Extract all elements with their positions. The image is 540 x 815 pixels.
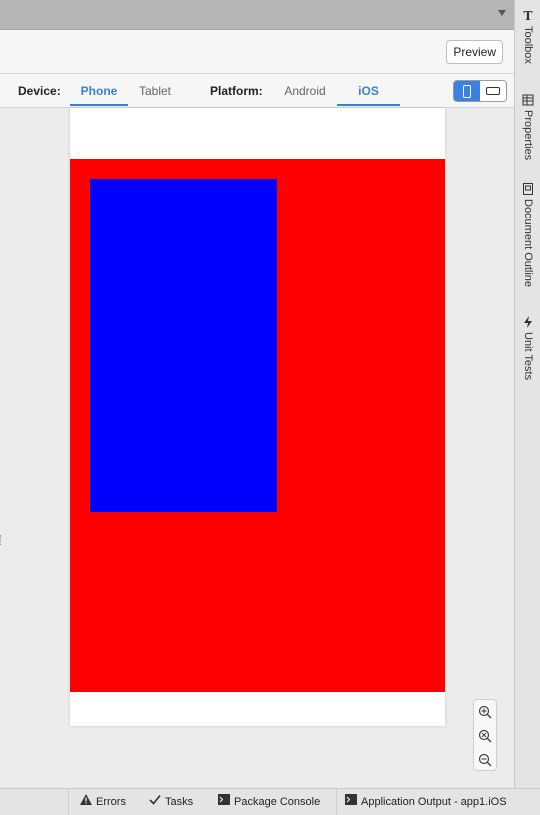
status-separator [68,789,69,815]
phone-portrait-icon [463,85,471,98]
application-output-label: Application Output - app1.iOS [361,796,507,808]
tab-phone[interactable]: Phone [70,74,128,106]
outer-view-red[interactable] [70,159,445,692]
zoom-in-button[interactable] [474,700,496,724]
zoom-controls [473,699,497,771]
orientation-toggle [453,80,507,102]
unit-tests-icon [522,316,534,328]
zoom-fit-button[interactable] [474,724,496,748]
tab-tablet[interactable]: Tablet [131,74,179,106]
application-output-pad-button[interactable]: Application Output - app1.iOS [345,789,507,815]
dock-unit-tests[interactable]: Unit Tests [515,316,540,390]
platform-label: Platform: [210,84,263,98]
document-tab-strip [0,0,514,30]
right-dock: T Toolbox Properties Document Outline Un… [514,0,540,788]
package-console-label: Package Console [234,796,321,808]
console-icon [345,789,357,815]
inner-view-blue[interactable] [90,179,277,512]
dock-toolbox[interactable]: T Toolbox [515,10,540,72]
dock-properties[interactable]: Properties [515,94,540,170]
zoom-in-icon [478,705,492,719]
properties-icon [522,94,534,106]
console-icon [218,789,230,815]
dock-document-outline-label: Document Outline [522,199,534,288]
phone-preview-surface [70,108,445,726]
dock-toolbox-label: Toolbox [522,26,534,64]
status-bar: Errors Tasks Package Console Application… [0,788,540,815]
document-outline-icon [522,183,534,195]
zoom-out-icon [478,753,492,767]
package-console-pad-button[interactable]: Package Console [218,789,320,815]
zoom-fit-icon [478,729,492,743]
dock-unit-tests-label: Unit Tests [522,332,534,381]
device-label: Device: [18,84,61,98]
dock-document-outline[interactable]: Document Outline [515,183,540,295]
checkmark-icon [149,789,161,815]
errors-label: Errors [96,796,126,808]
status-separator [336,789,337,815]
designer-toolbar: Preview [0,30,514,74]
zoom-out-button[interactable] [474,748,496,772]
splitter-handle[interactable] [0,535,3,545]
dock-properties-label: Properties [522,110,534,161]
errors-pad-button[interactable]: Errors [80,789,126,815]
toolbox-icon: T [523,9,533,23]
preview-button[interactable]: Preview [446,40,503,64]
device-platform-bar: Device: Phone Tablet Platform: Android i… [0,74,514,108]
warning-icon [80,789,92,815]
tasks-label: Tasks [165,796,194,808]
tasks-pad-button[interactable]: Tasks [149,789,193,815]
portrait-button[interactable] [454,81,480,101]
landscape-button[interactable] [480,81,506,101]
tab-ios[interactable]: iOS [337,74,400,106]
tab-android[interactable]: Android [276,74,334,106]
phone-landscape-icon [486,87,500,95]
tab-overflow-chevron-icon[interactable] [498,10,506,16]
